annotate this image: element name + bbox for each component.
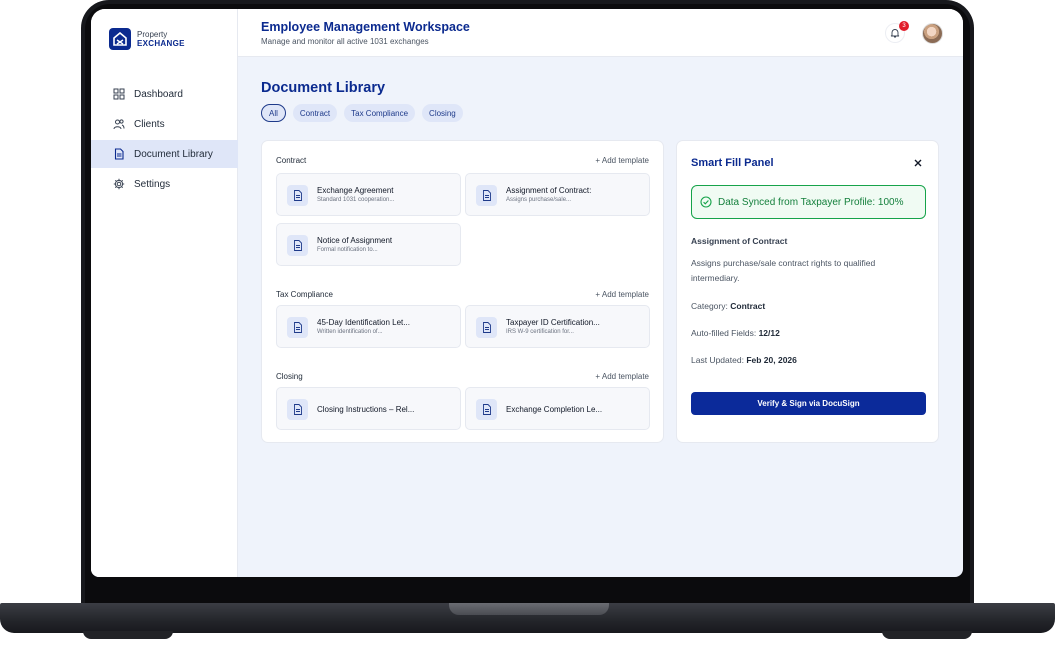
document-desc: Written identification of... xyxy=(317,329,383,335)
meta-autofilled: Auto-filled Fields: 12/12 xyxy=(691,328,780,338)
document-desc: Standard 1031 cooperation... xyxy=(317,197,395,203)
laptop-notch xyxy=(449,603,609,615)
add-template-button[interactable]: + Add template xyxy=(595,372,649,381)
sidebar-item-clients[interactable]: Clients xyxy=(91,110,238,138)
document-icon xyxy=(113,148,125,160)
close-icon xyxy=(914,159,922,167)
document-card[interactable]: Assignment of Contract: Assigns purchase… xyxy=(465,173,650,216)
add-template-button[interactable]: + Add template xyxy=(595,156,649,165)
document-card[interactable]: Exchange Completion Le... xyxy=(465,387,650,430)
meta-category: Category: Contract xyxy=(691,301,765,311)
sidebar-nav: Dashboard Clients Document Library Setti… xyxy=(91,80,238,200)
sidebar-item-document-library[interactable]: Document Library xyxy=(91,140,238,168)
document-title: Exchange Completion Le... xyxy=(506,405,603,414)
file-icon xyxy=(287,317,308,338)
document-desc: Formal notification to... xyxy=(317,247,378,253)
file-icon xyxy=(476,317,497,338)
sidebar-item-settings[interactable]: Settings xyxy=(91,170,238,198)
filter-chip-tax-compliance[interactable]: Tax Compliance xyxy=(344,104,416,122)
add-template-button[interactable]: + Add template xyxy=(595,290,649,299)
screen: Property EXCHANGE Dashboard Clients Docu… xyxy=(91,9,963,577)
logo-icon xyxy=(109,28,131,50)
close-button[interactable] xyxy=(912,156,924,168)
document-card[interactable]: Exchange Agreement Standard 1031 coopera… xyxy=(276,173,461,216)
file-icon xyxy=(287,399,308,420)
filter-chips: All Contract Tax Compliance Closing xyxy=(261,104,470,122)
avatar[interactable] xyxy=(922,23,943,44)
logo-text: Property EXCHANGE xyxy=(137,30,185,48)
laptop-foot-right xyxy=(882,631,972,639)
document-card[interactable]: Closing Instructions – Rel... xyxy=(276,387,461,430)
filter-chip-contract[interactable]: Contract xyxy=(292,104,338,122)
section-title: Tax Compliance xyxy=(276,290,333,299)
meta-value: Contract xyxy=(730,301,766,311)
meta-updated: Last Updated: Feb 20, 2026 xyxy=(691,355,797,365)
document-card[interactable]: Notice of Assignment Formal notification… xyxy=(276,223,461,266)
file-icon xyxy=(287,235,308,256)
workspace-subtitle: Manage and monitor all active 1031 excha… xyxy=(261,37,429,46)
file-icon xyxy=(476,399,497,420)
document-desc: IRS W-9 certification for... xyxy=(506,329,574,335)
file-icon xyxy=(476,185,497,206)
document-title: Assignment of Contract: xyxy=(506,186,592,195)
check-circle-icon xyxy=(700,196,712,208)
filter-chip-closing[interactable]: Closing xyxy=(422,104,463,122)
notification-badge: 3 xyxy=(899,21,909,31)
logo[interactable]: Property EXCHANGE xyxy=(109,28,185,50)
document-card[interactable]: Taxpayer ID Certification... IRS W-9 cer… xyxy=(465,305,650,348)
meta-label: Category: xyxy=(691,301,728,311)
gear-icon xyxy=(113,178,125,190)
meta-value: Feb 20, 2026 xyxy=(746,355,797,365)
sidebar-item-label: Document Library xyxy=(134,148,213,160)
sync-status-text: Data Synced from Taxpayer Profile: 100% xyxy=(718,196,904,208)
document-title: Closing Instructions – Rel... xyxy=(317,405,415,414)
document-card[interactable]: 45-Day Identification Let... Written ide… xyxy=(276,305,461,348)
meta-label: Last Updated: xyxy=(691,355,744,365)
bell-icon xyxy=(890,29,900,38)
sidebar-item-dashboard[interactable]: Dashboard xyxy=(91,80,238,108)
document-title: 45-Day Identification Let... xyxy=(317,318,410,327)
selected-document-desc: Assigns purchase/sale contract rights to… xyxy=(691,258,876,283)
document-title: Taxpayer ID Certification... xyxy=(506,318,600,327)
section-title: Contract xyxy=(276,156,307,165)
page-title: Document Library xyxy=(261,80,386,96)
template-library: Contract + Add template Exchange Agreeme… xyxy=(261,140,664,443)
logo-line1: Property xyxy=(137,30,168,39)
panel-title: Smart Fill Panel xyxy=(691,157,774,169)
dashboard-icon xyxy=(113,88,125,100)
sync-status-banner: Data Synced from Taxpayer Profile: 100% xyxy=(691,185,926,219)
document-title: Exchange Agreement xyxy=(317,186,394,195)
section-title: Closing xyxy=(276,372,303,381)
filter-chip-all[interactable]: All xyxy=(261,104,286,122)
meta-label: Auto-filled Fields: xyxy=(691,328,757,338)
users-icon xyxy=(113,118,125,130)
sidebar-item-label: Settings xyxy=(134,178,171,190)
sidebar-item-label: Dashboard xyxy=(134,88,183,100)
logo-line2: EXCHANGE xyxy=(137,39,185,48)
top-header: Employee Management Workspace Manage and… xyxy=(238,9,963,57)
document-desc: Assigns purchase/sale... xyxy=(506,197,572,203)
verify-sign-button[interactable]: Verify & Sign via DocuSign xyxy=(691,392,926,415)
file-icon xyxy=(287,185,308,206)
meta-value: 12/12 xyxy=(758,328,780,338)
sidebar-item-label: Clients xyxy=(134,118,165,130)
laptop-foot-left xyxy=(83,631,173,639)
document-title: Notice of Assignment xyxy=(317,236,393,245)
selected-document-name: Assignment of Contract xyxy=(691,236,788,246)
workspace-title: Employee Management Workspace xyxy=(261,20,470,34)
sidebar: Property EXCHANGE Dashboard Clients Docu… xyxy=(91,9,238,577)
smart-fill-panel: Smart Fill Panel Data Synced from Taxpay… xyxy=(676,140,939,443)
